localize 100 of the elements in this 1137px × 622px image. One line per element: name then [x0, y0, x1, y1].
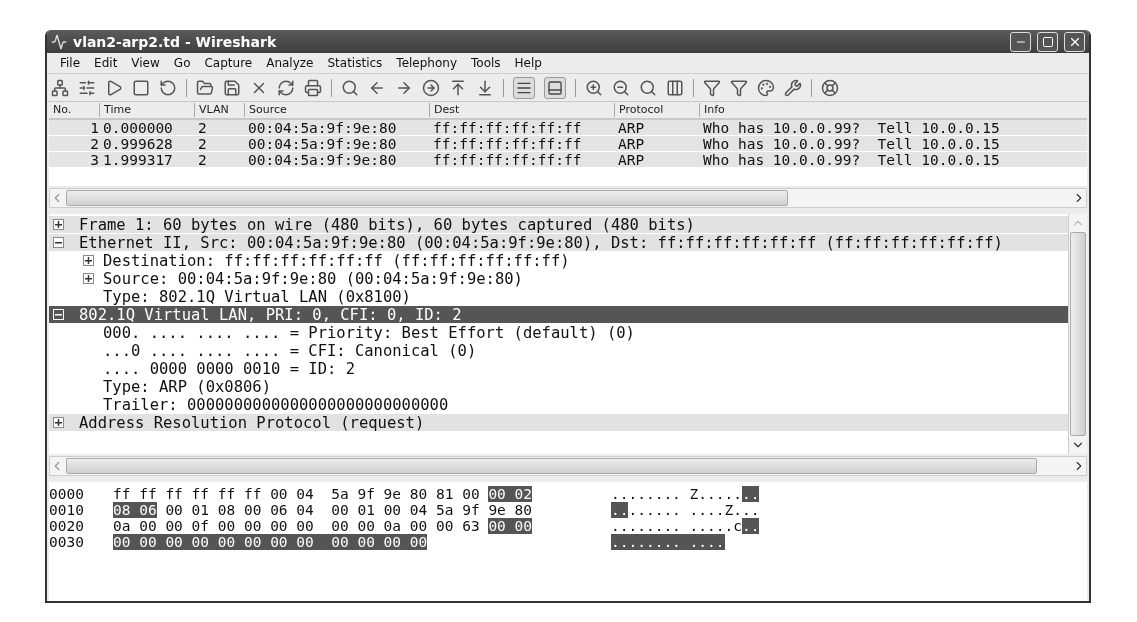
column-header[interactable]: Dest — [429, 103, 614, 117]
view-toggle-button[interactable] — [544, 76, 566, 99]
column-header[interactable]: Protocol — [614, 103, 699, 117]
scrollbar-thumb[interactable] — [66, 190, 788, 206]
play-icon[interactable] — [105, 78, 123, 97]
folder-icon[interactable] — [196, 78, 214, 97]
hex-bytes[interactable]: 00 01 08 00 06 04 00 01 00 04 5a 9f 9e 80 — [156, 502, 533, 518]
hex-bytes[interactable]: 00 02 — [488, 486, 533, 502]
hex-bytes[interactable]: 00 00 00 00 00 00 00 00 00 00 00 00 — [113, 534, 428, 550]
column-header[interactable]: No. — [49, 103, 99, 117]
tree-row[interactable]: Frame 1: 60 bytes on wire (480 bits), 60 bytes captured (480 bits) — [49, 216, 1068, 233]
wrench-icon[interactable] — [784, 78, 802, 97]
table-cell-text: 0.000000 — [102, 120, 174, 136]
zoom-reset-icon[interactable] — [639, 78, 657, 97]
tree-text: Frame 1: 60 bytes on wire (480 bits), 60 bytes captured (480 bits) — [79, 215, 695, 234]
funnel-icon[interactable] — [730, 78, 748, 97]
columns-icon[interactable] — [666, 78, 684, 97]
horizontal-scrollbar[interactable] — [49, 188, 1087, 208]
table-cell-text: ARP — [617, 152, 646, 168]
stop-icon[interactable] — [132, 78, 150, 97]
reload-icon[interactable] — [277, 78, 295, 97]
hex-bytes[interactable]: 08 06 — [113, 502, 157, 518]
collapse-icon[interactable] — [53, 237, 64, 248]
table-cell-text: Who has 10.0.0.99? Tell 10.0.0.15 — [702, 120, 1001, 136]
tree-row[interactable]: 802.1Q Virtual LAN, PRI: 0, CFI: 0, ID: 2 — [49, 306, 1068, 323]
ascii-bytes[interactable]: .. — [741, 486, 760, 502]
table-cell-text: 2 — [197, 152, 208, 168]
printer-icon[interactable] — [304, 78, 322, 97]
menu-item[interactable]: Statistics — [320, 56, 390, 70]
table-cell-text: 00:04:5a:9f:9e:80 — [247, 120, 398, 136]
table-cell-text: 2 — [197, 120, 208, 136]
hex-bytes[interactable]: 0a 00 00 0f 00 00 00 00 00 00 0a 00 00 63 — [113, 518, 489, 534]
expand-icon[interactable] — [53, 219, 64, 230]
tree-text: 000. .... .... .... = Priority: Best Effort (default) (0) — [103, 323, 635, 342]
table-cell-text: Who has 10.0.0.99? Tell 10.0.0.15 — [702, 152, 1001, 168]
save-icon[interactable] — [223, 78, 241, 97]
horizontal-scrollbar[interactable] — [49, 456, 1087, 476]
search-icon[interactable] — [341, 78, 359, 97]
column-header[interactable]: Source — [244, 103, 429, 117]
table-cell-text: Who has 10.0.0.99? Tell 10.0.0.15 — [702, 136, 1001, 152]
ascii-bytes[interactable]: ...... ....Z... — [628, 502, 760, 518]
scrollbar-thumb[interactable] — [66, 458, 1038, 474]
menu-item[interactable]: View — [124, 56, 167, 70]
menu-item[interactable]: Help — [507, 56, 549, 70]
table-cell-text: 1.999317 — [102, 152, 174, 168]
vertical-scrollbar[interactable] — [1068, 214, 1087, 454]
column-header[interactable]: VLAN — [194, 103, 244, 117]
sliders-icon[interactable] — [78, 78, 96, 97]
table-cell-text: 3 — [89, 152, 99, 168]
menu-item[interactable]: Edit — [87, 56, 125, 70]
panel-icon — [547, 79, 563, 96]
table-cell-text: 2 — [89, 136, 99, 152]
ascii-bytes[interactable]: .. — [611, 502, 629, 518]
restart-icon[interactable] — [159, 78, 177, 97]
tree-row[interactable]: Ethernet II, Src: 00:04:5a:9f:9e:80 (00:04:5a:9f:9e:80), Dst: ff:ff:ff:ff:ff:ff (ff:ff:ff:ff:ff:ff) — [49, 234, 1068, 251]
column-header[interactable]: Time — [99, 103, 194, 117]
hex-offset: 0030 — [49, 534, 85, 550]
maximize-button[interactable] — [1037, 31, 1058, 52]
maximize-icon — [1041, 35, 1054, 48]
first-icon[interactable] — [449, 78, 467, 97]
go-icon[interactable] — [422, 78, 440, 97]
expand-icon[interactable] — [83, 273, 94, 284]
table-cell-text: 00:04:5a:9f:9e:80 — [247, 136, 398, 152]
tree-row[interactable]: Address Resolution Protocol (request) — [49, 414, 1068, 431]
expand-icon[interactable] — [53, 417, 64, 428]
tree-text: Type: 802.1Q Virtual LAN (0x8100) — [103, 287, 411, 306]
menu-item[interactable]: Capture — [197, 56, 260, 70]
ascii-bytes[interactable]: ........ .....c — [611, 518, 742, 534]
menu-item[interactable]: Analyze — [259, 56, 321, 70]
column-header[interactable]: Info — [699, 103, 1087, 117]
tree-text: Source: 00:04:5a:9f:9e:80 (00:04:5a:9f:9e:80) — [103, 269, 523, 288]
last-icon[interactable] — [476, 78, 494, 97]
menu-item[interactable]: File — [53, 56, 88, 70]
minimize-button[interactable] — [1010, 31, 1031, 52]
tree-text: ...0 .... .... .... = CFI: Canonical (0) — [103, 341, 477, 360]
tree-text: Type: ARP (0x0806) — [103, 377, 271, 396]
hex-offset: 0000 — [49, 486, 85, 502]
zoom-out-icon[interactable] — [612, 78, 630, 97]
menu-item[interactable]: Go — [166, 56, 198, 70]
menu-item[interactable]: Telephony — [389, 56, 464, 70]
ascii-bytes[interactable]: ........ Z..... — [611, 486, 742, 502]
hex-bytes[interactable]: 00 00 — [488, 518, 533, 534]
scrollbar-thumb[interactable] — [1070, 232, 1086, 436]
help-icon[interactable] — [821, 78, 839, 97]
ascii-bytes[interactable]: .. — [741, 518, 760, 534]
network-icon[interactable] — [51, 78, 69, 97]
window-title: vlan2-arp2.td - Wireshark — [73, 33, 278, 50]
tree-text: Address Resolution Protocol (request) — [79, 413, 425, 432]
close-button[interactable] — [1064, 31, 1085, 52]
ascii-bytes[interactable]: ........ .... — [611, 534, 725, 550]
palette-icon[interactable] — [757, 78, 775, 97]
hex-bytes[interactable]: ff ff ff ff ff ff 00 04 5a 9f 9e 80 81 00 — [113, 486, 489, 502]
table-cell-text: ff:ff:ff:ff:ff:ff — [432, 136, 583, 152]
filter-icon[interactable] — [703, 78, 721, 97]
menu-item[interactable]: Tools — [464, 56, 508, 70]
zoom-in-icon[interactable] — [585, 78, 603, 97]
view-toggle-button[interactable] — [513, 76, 535, 99]
tree-text: Destination: ff:ff:ff:ff:ff:ff (ff:ff:ff:ff:ff:ff) — [103, 251, 570, 270]
hex-offset: 0020 — [49, 518, 85, 534]
expand-icon[interactable] — [83, 255, 94, 266]
